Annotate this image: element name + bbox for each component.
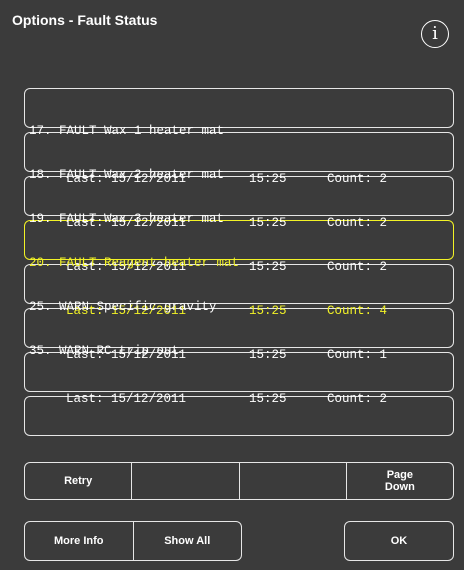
fault-count: Count: 1 <box>327 348 388 362</box>
view-toolbar: More Info Show All <box>24 521 242 561</box>
fault-count: Count: 2 <box>327 260 388 274</box>
fault-last-time: 15:25 <box>249 260 287 274</box>
fault-last-time: 15:25 <box>249 216 287 230</box>
action-toolbar: Retry Page Down <box>24 462 454 500</box>
blank-button-1[interactable] <box>132 463 240 499</box>
fault-count: Count: 2 <box>327 216 388 230</box>
fault-last-time: 15:25 <box>249 392 287 406</box>
fault-last-time: 15:25 <box>249 348 287 362</box>
fault-last-time: 15:25 <box>249 304 287 318</box>
fault-last-time: 15:25 <box>249 172 287 186</box>
show-all-button[interactable]: Show All <box>134 522 242 560</box>
fault-last-date: Last: 15/12/2011 <box>66 392 187 406</box>
page-down-button[interactable]: Page Down <box>347 463 453 499</box>
page-title: Options - Fault Status <box>12 12 158 28</box>
fault-count: Count: 2 <box>327 392 388 406</box>
fault-list: 17. FAULT Wax 1 heater mat Last: 15/12/2… <box>24 88 454 440</box>
fault-count: Count: 4 <box>327 304 388 318</box>
blank-button-2[interactable] <box>240 463 347 499</box>
more-info-button[interactable]: More Info <box>25 522 134 560</box>
info-icon[interactable]: i <box>421 20 449 48</box>
fault-count: Count: 2 <box>327 172 388 186</box>
retry-button[interactable]: Retry <box>25 463 133 499</box>
fault-row[interactable]: 17. FAULT Wax 1 heater mat Last: 15/12/2… <box>24 88 454 186</box>
ok-button[interactable]: OK <box>344 521 454 561</box>
